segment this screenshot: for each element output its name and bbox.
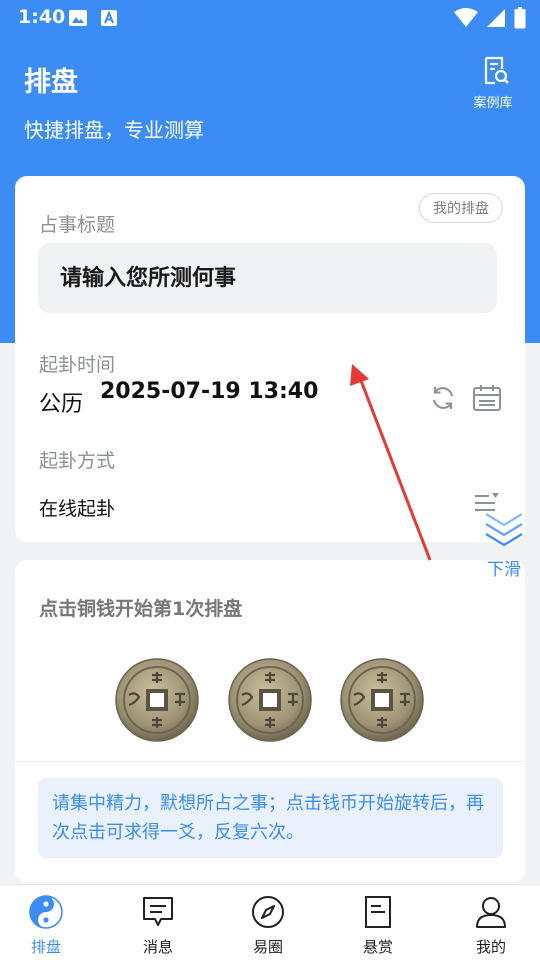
scroll-down-label: 下滑 [487, 560, 521, 580]
yin-yang-icon [29, 895, 63, 933]
document-icon [361, 896, 395, 933]
tab-label: 悬赏 [362, 938, 393, 956]
tab-label: 消息 [142, 938, 173, 956]
copper-coin-1[interactable] [115, 658, 199, 742]
image-notification-icon [69, 10, 87, 26]
tab-label: 易圈 [252, 938, 283, 956]
status-bar: 1:40 [0, 0, 540, 36]
method-value[interactable]: 在线起卦 [39, 494, 115, 521]
tab-5[interactable]: 我的 [441, 895, 540, 957]
calendar-type[interactable]: 公历 [39, 386, 83, 418]
bottom-tab-bar: 排盘 消息 易圈 悬赏 我的 [0, 884, 540, 960]
case-library-label: 案例库 [473, 96, 513, 111]
divination-form-card: 我的排盘 占事标题 起卦时间 公历 2025-07-19 13:40 起卦方式 … [15, 176, 525, 542]
case-library-button[interactable]: 案例库 [472, 56, 520, 111]
datetime-value[interactable]: 2025-07-19 13:40 [100, 379, 318, 404]
method-label: 起卦方式 [39, 450, 116, 472]
battery-icon [514, 7, 526, 29]
page-subtitle: 快捷排盘，专业测算 [24, 118, 204, 142]
page-title: 排盘 [24, 67, 78, 98]
wifi-icon [454, 8, 478, 27]
tab-2[interactable]: 消息 [108, 895, 208, 957]
compass-icon [251, 896, 285, 933]
user-icon [474, 897, 508, 933]
calendar-icon[interactable] [472, 384, 502, 412]
tab-label: 排盘 [30, 938, 61, 956]
refresh-icon[interactable] [429, 384, 457, 412]
double-chevron-down-icon [485, 513, 523, 547]
scroll-down-hint[interactable]: 下滑 [482, 508, 526, 580]
tab-4[interactable]: 悬赏 [328, 895, 428, 957]
my-charts-button[interactable]: 我的排盘 [419, 193, 503, 223]
time-label: 起卦时间 [39, 354, 116, 376]
signal-icon [487, 9, 505, 27]
message-icon [141, 897, 175, 933]
coins-card-title: 点击铜钱开始第1次排盘 [39, 598, 243, 620]
status-time: 1:40 [18, 6, 66, 28]
divider [15, 761, 525, 762]
subject-label: 占事标题 [39, 214, 116, 236]
instruction-tip: 请集中精力，默想所占之事；点击钱币开始旋转后，再次点击可求得一爻，反复六次。 [38, 778, 503, 858]
app-store-notification-icon [101, 10, 117, 26]
copper-coin-3[interactable] [340, 658, 424, 742]
tab-label: 我的 [475, 938, 506, 956]
case-search-icon [484, 56, 509, 85]
coins-card: 点击铜钱开始第1次排盘 请集中精力，默想所占之事；点击钱币开始旋转后，再次点击可… [15, 560, 525, 882]
tab-1[interactable]: 排盘 [0, 895, 96, 957]
subject-input[interactable] [38, 243, 497, 313]
copper-coin-2[interactable] [228, 658, 312, 742]
tab-3[interactable]: 易圈 [218, 895, 318, 957]
